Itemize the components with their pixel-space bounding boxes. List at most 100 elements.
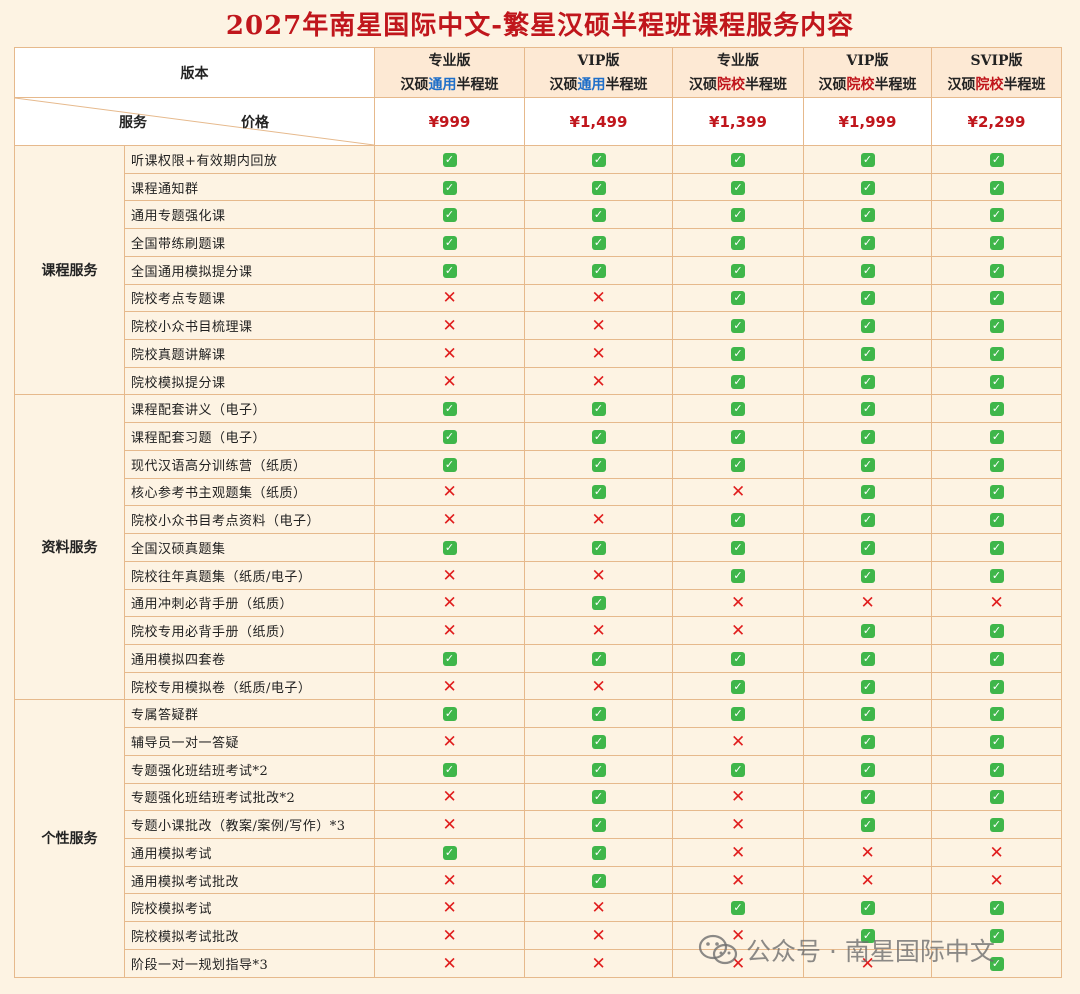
check-icon: ✓ xyxy=(442,263,457,278)
check-icon: ✓ xyxy=(989,374,1004,389)
availability-cell: ✕ xyxy=(374,671,525,701)
availability-cell: ✕ xyxy=(803,588,932,618)
availability-cell: ✓ xyxy=(931,145,1062,174)
availability-cell: ✓ xyxy=(803,754,932,784)
availability-cell: ✓ xyxy=(672,366,804,396)
check-icon: ✓ xyxy=(442,540,457,555)
service-item-label: 院校模拟考试 xyxy=(124,893,375,923)
availability-cell: ✕ xyxy=(374,477,525,507)
availability-cell: ✕ xyxy=(374,616,525,645)
check-icon: ✓ xyxy=(989,319,1004,334)
check-icon: ✓ xyxy=(860,762,875,777)
plan-header: 专业版 汉硕通用半程班 xyxy=(374,47,525,98)
availability-cell: ✓ xyxy=(524,172,673,202)
availability-cell: ✓ xyxy=(931,754,1062,784)
availability-cell: ✓ xyxy=(672,200,804,230)
availability-cell: ✕ xyxy=(524,339,673,368)
check-icon: ✓ xyxy=(989,818,1004,833)
availability-cell: ✓ xyxy=(672,643,804,673)
check-icon: ✓ xyxy=(731,319,745,334)
table-row: 院校模拟考试 ✕ ✕ ✓ ✓ ✓ xyxy=(15,893,1062,923)
availability-cell: ✓ xyxy=(374,754,525,784)
availability-cell: ✓ xyxy=(931,560,1062,590)
check-icon: ✓ xyxy=(731,651,745,666)
check-icon: ✓ xyxy=(591,263,606,278)
check-icon: ✓ xyxy=(591,457,606,472)
check-icon: ✓ xyxy=(442,762,457,777)
availability-cell: ✕ xyxy=(374,283,525,313)
plan-header: VIP版 汉硕通用半程班 xyxy=(524,47,673,98)
check-icon: ✓ xyxy=(860,651,875,666)
availability-cell: ✕ xyxy=(931,588,1062,618)
price-cell: ¥1,399 xyxy=(672,97,804,146)
availability-cell: ✓ xyxy=(524,449,673,479)
check-icon: ✓ xyxy=(989,485,1004,500)
category-label: 资料服务 xyxy=(41,540,98,557)
cross-icon: ✕ xyxy=(591,621,606,642)
availability-cell: ✓ xyxy=(931,810,1062,839)
availability-cell: ✕ xyxy=(803,865,932,895)
service-item-label: 全国通用模拟提分课 xyxy=(124,255,375,285)
cross-icon: ✕ xyxy=(731,621,746,642)
plan-name: 汉硕院校半程班 xyxy=(674,73,803,97)
check-icon: ✓ xyxy=(860,540,875,555)
cross-icon: ✕ xyxy=(442,815,457,836)
availability-cell: ✓ xyxy=(374,394,525,424)
availability-cell: ✓ xyxy=(672,560,804,590)
service-item-label: 现代汉语高分训练营（纸质） xyxy=(124,449,375,479)
availability-cell: ✓ xyxy=(524,837,673,867)
check-icon: ✓ xyxy=(591,707,606,722)
cross-icon: ✕ xyxy=(989,593,1004,614)
check-icon: ✓ xyxy=(860,568,875,583)
availability-cell: ✓ xyxy=(374,533,525,562)
availability-cell: ✓ xyxy=(931,533,1062,562)
cross-icon: ✕ xyxy=(442,343,457,364)
watermark-text: 公众号 · 南星国际中文 xyxy=(746,937,995,966)
table-row: 核心参考书主观题集（纸质） ✕ ✓ ✕ ✓ ✓ xyxy=(15,477,1062,507)
cross-icon: ✕ xyxy=(591,676,606,697)
availability-cell: ✕ xyxy=(672,616,804,645)
plan-tier: VIP版 xyxy=(577,52,620,69)
availability-cell: ✓ xyxy=(931,255,1062,285)
service-item-label: 全国带练刷题课 xyxy=(124,228,375,257)
service-item-label: 课程通知群 xyxy=(124,172,375,202)
cross-icon: ✕ xyxy=(591,371,606,392)
check-icon: ✓ xyxy=(989,430,1004,445)
availability-cell: ✓ xyxy=(803,671,932,701)
table-row: 全国带练刷题课 ✓ ✓ ✓ ✓ ✓ xyxy=(15,228,1062,257)
cross-icon: ✕ xyxy=(591,898,606,919)
cross-icon: ✕ xyxy=(731,870,746,891)
availability-cell: ✕ xyxy=(931,865,1062,895)
check-icon: ✓ xyxy=(860,707,875,722)
header-row-prices: 服务 价格 ¥999 ¥1,499 ¥1,399 ¥1,999 ¥2,299 xyxy=(14,97,1062,146)
service-item-label: 全国汉硕真题集 xyxy=(124,533,375,562)
service-item-label: 院校专用必背手册（纸质） xyxy=(124,616,375,645)
check-icon: ✓ xyxy=(591,651,606,666)
table-row: 课程配套习题（电子） ✓ ✓ ✓ ✓ ✓ xyxy=(15,422,1062,451)
plan-price: ¥1,499 xyxy=(569,112,628,131)
cross-icon: ✕ xyxy=(731,842,746,863)
check-icon: ✓ xyxy=(989,346,1004,361)
category-cell: 课程服务 xyxy=(14,144,125,396)
cross-icon: ✕ xyxy=(731,731,746,752)
availability-cell: ✓ xyxy=(931,671,1062,701)
cross-icon: ✕ xyxy=(442,787,457,808)
check-icon: ✓ xyxy=(591,845,606,860)
availability-cell: ✓ xyxy=(803,616,932,645)
check-icon: ✓ xyxy=(591,180,606,195)
availability-cell: ✓ xyxy=(931,422,1062,451)
availability-cell: ✓ xyxy=(672,394,804,424)
service-item-label: 院校往年真题集（纸质/电子） xyxy=(124,560,375,590)
check-icon: ✓ xyxy=(989,291,1004,306)
cross-icon: ✕ xyxy=(731,593,746,614)
service-item-label: 听课权限+有效期内回放 xyxy=(124,145,375,174)
table-row: 通用冲刺必背手册（纸质） ✕ ✓ ✕ ✕ ✕ xyxy=(15,588,1062,618)
availability-cell: ✓ xyxy=(524,200,673,230)
availability-cell: ✕ xyxy=(672,865,804,895)
check-icon: ✓ xyxy=(591,402,606,417)
check-icon: ✓ xyxy=(860,734,875,749)
check-icon: ✓ xyxy=(731,513,745,528)
cross-icon: ✕ xyxy=(731,482,746,503)
check-icon: ✓ xyxy=(731,374,745,389)
check-icon: ✓ xyxy=(731,346,745,361)
